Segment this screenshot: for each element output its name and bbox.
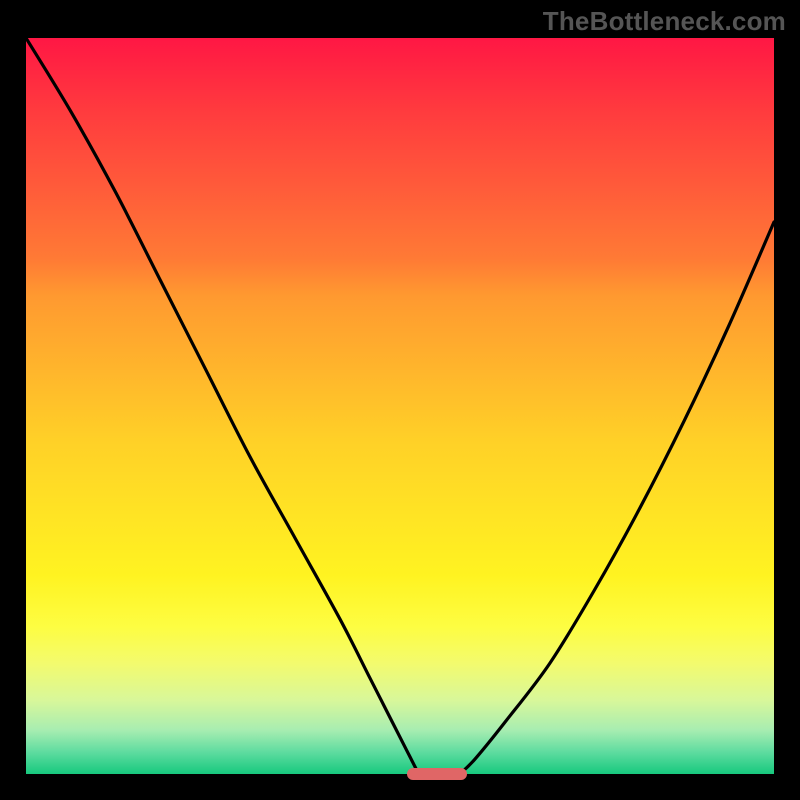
curve-right-branch (460, 222, 774, 774)
curve-layer (26, 38, 774, 774)
chart-frame: TheBottleneck.com (0, 0, 800, 800)
curve-left-branch (26, 38, 419, 774)
attribution-label: TheBottleneck.com (543, 6, 786, 37)
bottleneck-marker (407, 768, 467, 780)
plot-area (26, 38, 774, 774)
